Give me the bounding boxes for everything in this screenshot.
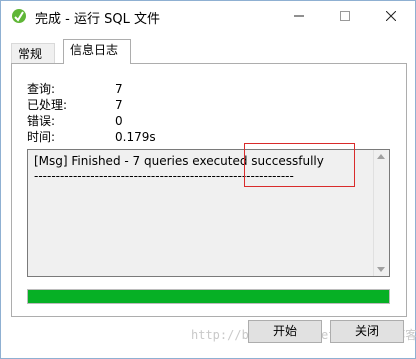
tab-message-log[interactable]: 信息日志 <box>63 39 131 64</box>
close-button[interactable]: 关闭 <box>330 320 404 343</box>
stat-value: 0 <box>115 114 123 128</box>
app-icon <box>12 9 26 23</box>
stat-value: 0.179s <box>115 130 156 144</box>
progress-bar <box>27 289 390 304</box>
scroll-down-icon[interactable] <box>377 267 385 272</box>
minimize-icon <box>294 15 304 17</box>
window-title: 完成 - 运行 SQL 文件 <box>35 12 160 27</box>
close-icon <box>386 11 396 21</box>
log-text: [Msg] Finished - 7 queries executed succ… <box>34 154 324 183</box>
stat-label: 已处理: <box>27 98 68 112</box>
maximize-icon <box>340 11 350 21</box>
run-sql-dialog: 完成 - 运行 SQL 文件 常规 信息日志 查询: 7 已处理: 7 错误: … <box>0 0 416 359</box>
maximize-button[interactable] <box>322 1 368 31</box>
tab-general[interactable]: 常规 <box>11 43 55 63</box>
stat-label: 错误: <box>27 114 56 128</box>
start-button[interactable]: 开始 <box>248 320 322 343</box>
title-bar[interactable]: 完成 - 运行 SQL 文件 <box>1 1 415 31</box>
progress-fill <box>28 290 389 303</box>
stat-value: 7 <box>115 98 123 112</box>
scroll-up-icon[interactable] <box>377 154 385 159</box>
minimize-button[interactable] <box>276 1 322 31</box>
message-log-textbox[interactable]: [Msg] Finished - 7 queries executed succ… <box>27 149 390 277</box>
stat-value: 7 <box>115 82 123 96</box>
stat-label: 时间: <box>27 130 56 144</box>
log-scrollbar[interactable] <box>373 150 389 276</box>
close-window-button[interactable] <box>368 1 414 31</box>
stat-label: 查询: <box>27 82 56 96</box>
